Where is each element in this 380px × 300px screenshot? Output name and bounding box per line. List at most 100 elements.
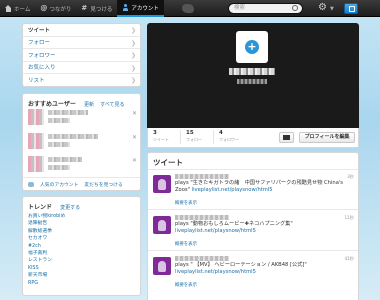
trend-item[interactable]: KISS — [28, 265, 135, 272]
tweet-body: plays " 【MV】 ヘビーローテーション / AKB48 [公式]" — [175, 262, 307, 268]
expand-tweet-link[interactable]: 概要を表示 — [175, 241, 197, 247]
menu-item-tweets[interactable]: ツイート ❯ — [23, 24, 140, 37]
stat-following-label: フォロー — [186, 137, 202, 142]
who-to-follow-header: おすすめユーザー 更新 すべて見る — [23, 94, 140, 108]
nav-discover[interactable]: # 見つける — [76, 0, 117, 17]
trend-item[interactable]: 新天市場 — [28, 272, 135, 279]
tweet[interactable]: 11秒 plays "動物おもしろムービー✚ネコハプニング集" liveplay… — [148, 211, 358, 251]
suggested-user[interactable]: ✕ — [28, 109, 137, 131]
avatar[interactable] — [153, 216, 171, 234]
tweet-author-name[interactable] — [175, 174, 229, 179]
chevron-right-icon: ❯ — [130, 27, 136, 34]
avatar — [28, 109, 44, 125]
divider — [180, 130, 181, 144]
stat-following-count: 15 — [186, 130, 194, 136]
suggested-user-name — [48, 157, 82, 162]
expand-tweet-link[interactable]: 概要を表示 — [175, 282, 197, 288]
close-icon[interactable]: ✕ — [132, 157, 137, 164]
profile-stats-bar: 3 ツイート 15 フォロー 4 フォロワー プロフィールを編集 — [147, 128, 359, 148]
refresh-link[interactable]: 更新 — [84, 102, 94, 108]
suggested-user[interactable]: ✕ — [28, 156, 137, 178]
chevron-down-icon[interactable]: ▼ — [330, 6, 334, 12]
tweet[interactable]: 3秒 plays "生きたキガトラの緒 中国サファリパークの残酷見せ物 Chin… — [148, 170, 358, 210]
search-icon[interactable] — [292, 5, 298, 11]
find-friends-link[interactable]: 友だちを見つける — [84, 181, 122, 188]
trends-header: トレンド 変更する — [23, 197, 140, 211]
nav-discover-label: 見つける — [90, 6, 113, 13]
trend-item[interactable]: 福子裁判 — [28, 250, 135, 257]
primary-nav: ホーム @ つながり # 見つける アカウント — [0, 0, 164, 17]
avatar[interactable] — [153, 257, 171, 275]
divider — [213, 130, 214, 144]
top-navigation-bar: ホーム @ つながり # 見つける アカウント 検索 ⚙ ▼ — [0, 0, 380, 17]
chevron-right-icon: ❯ — [130, 39, 136, 47]
tweet-text: plays " 【MV】 ヘビーローテーション / AKB48 [公式]" li… — [175, 262, 353, 276]
avatar — [28, 133, 44, 149]
menu-item-favorites[interactable]: お気に入り ❯ — [23, 62, 140, 74]
menu-item-lists[interactable]: リスト ❯ — [23, 74, 140, 87]
home-icon — [5, 5, 12, 12]
menu-item-label: フォロー — [28, 40, 51, 47]
tweets-title: ツイート — [148, 153, 358, 170]
stat-followers[interactable]: 4 フォロワー — [219, 130, 239, 143]
trend-list: お買い物kirobiめ 退陣勧告 解散総選挙 セカオワ #2ch 福子裁判 レス… — [23, 211, 140, 289]
user-icon — [122, 4, 129, 11]
suggested-user-name — [48, 110, 88, 115]
follow-button[interactable] — [48, 118, 70, 123]
compose-tweet-button[interactable] — [344, 3, 358, 14]
gear-icon[interactable]: ⚙ — [318, 3, 328, 13]
view-all-link[interactable]: すべて見る — [100, 102, 124, 108]
profile-avatar[interactable]: + — [236, 31, 268, 63]
trend-item[interactable]: セカオワ — [28, 235, 135, 242]
stat-following[interactable]: 15 フォロー — [186, 130, 202, 143]
stat-tweets-count: 3 — [153, 130, 157, 136]
trend-item[interactable]: レストラン — [28, 257, 135, 264]
chevron-right-icon: ❯ — [130, 52, 136, 59]
close-icon[interactable]: ✕ — [132, 110, 137, 117]
menu-item-label: お気に入り — [28, 65, 56, 72]
trends-title: トレンド — [28, 204, 53, 211]
avatar[interactable] — [153, 175, 171, 193]
menu-item-following[interactable]: フォロー ❯ — [23, 37, 140, 49]
profile-menu: ツイート ❯ フォロー ❯ フォロワー ❯ お気に入り ❯ リスト ❯ — [22, 23, 141, 87]
stat-tweets[interactable]: 3 ツイート — [153, 130, 169, 143]
expand-tweet-link[interactable]: 概要を表示 — [175, 200, 197, 206]
menu-item-label: ツイート — [28, 27, 51, 34]
avatar — [28, 156, 44, 172]
change-trends-link[interactable]: 変更する — [60, 205, 80, 211]
trend-item[interactable]: お買い物kirobiめ — [28, 213, 135, 220]
suggested-user-name — [48, 134, 98, 139]
menu-item-label: フォロワー — [28, 52, 56, 59]
popular-accounts-link[interactable]: 人気のアカウント — [40, 181, 78, 188]
follow-button[interactable] — [48, 142, 70, 147]
profile-name — [229, 68, 275, 75]
who-to-follow-title: おすすめユーザー — [28, 101, 76, 108]
edit-profile-button[interactable]: プロフィールを編集 — [299, 132, 355, 143]
tweet-link[interactable]: liveplaylist.net/playsnow/html5 — [192, 187, 273, 193]
tweet-link[interactable]: liveplaylist.net/playsnow/html5 — [175, 228, 256, 234]
trend-item[interactable]: 解散総選挙 — [28, 228, 135, 235]
message-button[interactable] — [279, 132, 294, 143]
who-to-follow-panel: おすすめユーザー 更新 すべて見る ✕ ✕ ✕ 人気のアカウント 友だちを見つけ… — [22, 93, 141, 191]
nav-account[interactable]: アカウント — [117, 0, 164, 17]
tweet-text: plays "生きたキガトラの緒 中国サファリパークの残酷見せ物 China's… — [175, 180, 353, 194]
trend-item[interactable]: RPG — [28, 280, 135, 287]
trend-item[interactable]: #2ch — [28, 243, 135, 250]
close-icon[interactable]: ✕ — [132, 134, 137, 141]
menu-item-followers[interactable]: フォロワー ❯ — [23, 49, 140, 62]
stat-followers-label: フォロワー — [219, 137, 239, 142]
tweet[interactable]: 41秒 plays " 【MV】 ヘビーローテーション / AKB48 [公式]… — [148, 252, 358, 298]
suggested-user[interactable]: ✕ — [28, 133, 137, 155]
trend-item[interactable]: 退陣勧告 — [28, 220, 135, 227]
nav-home-label: ホーム — [14, 6, 31, 13]
twitter-bird-logo[interactable] — [182, 4, 194, 13]
nav-connect[interactable]: @ つながり — [35, 0, 76, 17]
nav-home[interactable]: ホーム — [0, 0, 35, 17]
tweet-link[interactable]: liveplaylist.net/playsnow/html5 — [175, 269, 256, 275]
tweet-author-name[interactable] — [175, 215, 229, 220]
tweet-body: plays "動物おもしろムービー✚ネコハプニング集" — [175, 221, 293, 227]
follow-button[interactable] — [48, 165, 70, 170]
tweet-author-name[interactable] — [175, 256, 229, 261]
profile-header: + — [147, 23, 359, 128]
profile-handle — [237, 79, 267, 84]
